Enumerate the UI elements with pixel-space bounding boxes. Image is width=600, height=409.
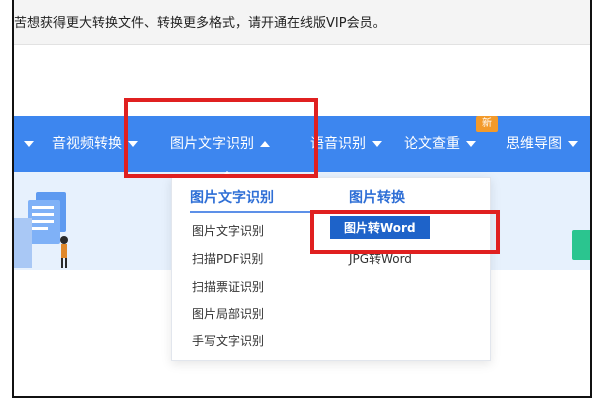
- caret-down-icon: [568, 141, 578, 147]
- new-badge: 新: [476, 116, 498, 132]
- browser-frame: 苦想获得更大转换文件、转换更多格式，请开通在线版VIP会员。 音视频转换 图片文…: [12, 0, 592, 398]
- caret-down-icon: [372, 141, 382, 147]
- nav-item-paper-check[interactable]: 论文查重: [404, 116, 476, 172]
- annotation-box-image-to-word: [310, 210, 500, 254]
- caret-down-icon: [466, 141, 476, 147]
- dropdown-heading-underline: [190, 211, 318, 213]
- dropdown-item-handwriting[interactable]: 手写文字识别: [192, 332, 264, 349]
- page-bottom: [0, 399, 600, 409]
- nav-item-mind-map[interactable]: 思维导图: [506, 116, 578, 172]
- caret-down-icon[interactable]: [24, 141, 34, 147]
- document-illustration-icon: [14, 192, 68, 268]
- dropdown-heading-ocr: 图片文字识别: [190, 190, 274, 206]
- vip-notice-text: 苦想获得更大转换文件、转换更多格式，请开通在线版VIP会员。: [14, 16, 386, 31]
- dropdown-item-scan-pdf[interactable]: 扫描PDF识别: [192, 250, 263, 267]
- dropdown-item-image-ocr[interactable]: 图片文字识别: [192, 222, 264, 239]
- dropdown-heading-convert: 图片转换: [349, 190, 405, 206]
- image-ocr-dropdown: 图片文字识别 图片转换 图片文字识别 扫描PDF识别 扫描票证识别 图片局部识别…: [171, 177, 491, 361]
- nav-item-speech-recognition[interactable]: 语音识别: [310, 116, 382, 172]
- vip-notice-bar: 苦想获得更大转换文件、转换更多格式，请开通在线版VIP会员。: [14, 0, 590, 45]
- hero-action-button[interactable]: [572, 230, 590, 260]
- dropdown-item-scan-receipt[interactable]: 扫描票证识别: [192, 278, 264, 295]
- dropdown-item-partial-ocr[interactable]: 图片局部识别: [192, 305, 264, 322]
- annotation-box-image-ocr: [124, 98, 318, 178]
